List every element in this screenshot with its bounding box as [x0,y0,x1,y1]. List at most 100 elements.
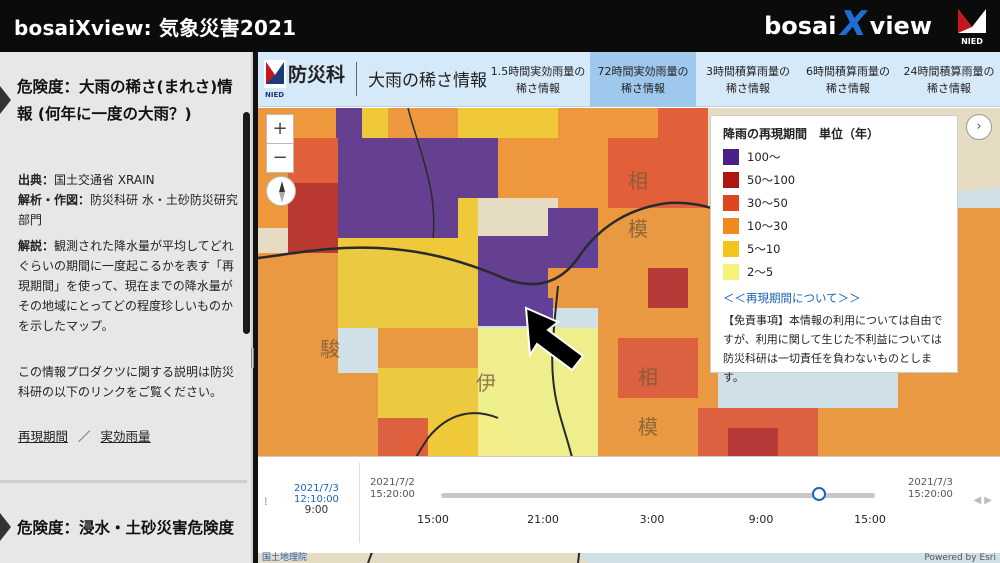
current-date: 2021/7/3 [294,483,339,494]
tab-label-line2: 稀さ情報 [826,81,870,95]
viewer-title: 大雨の稀さ情報 [368,71,487,91]
zoom-out-button[interactable]: − [266,143,294,173]
legend-label: 10〜30 [747,219,788,233]
tab-6h-accumulated[interactable]: 6時間積算雨量の 稀さ情報 [798,52,898,107]
section-divider [0,480,247,483]
source-line: 出典：国土交通省 XRAIN [18,170,240,190]
tab-label-line1: 24時間積算雨量の [903,64,995,78]
timeline-bar: ⁞ 2021/7/3 12:10:00 9:00 2021/7/2 15:20:… [258,456,1000,553]
app-window: bosaiXview: 気象災害2021 bosai X view NIED 危… [0,0,1000,563]
legend-swatch [723,149,739,165]
panel-scrollbar[interactable] [243,112,250,334]
tab-label-line2: 稀さ情報 [726,81,770,95]
timeline-tick: 15:00 [417,513,449,526]
timeline-slider-track[interactable] [441,493,875,498]
place-label: 駿 [320,337,340,361]
top-bar: bosaiXview: 気象災害2021 bosai X view NIED [0,0,1000,52]
tab-label-line1: 1.5時間実効雨量の [490,64,586,78]
legend-item: 30〜50 [723,194,788,212]
timeline-slider-knob[interactable] [812,487,826,501]
timeline-tick: 9:00 [748,513,774,526]
timeline-separator [359,463,360,543]
timeline-tick: 15:00 [854,513,886,526]
disclaimer-text: 【免責事項】本情報の利用については自由ですが、利用に関して生じた不利益については… [723,314,943,384]
current-tick: 9:00 [304,504,329,516]
tab-label-line1: 6時間積算雨量の [806,64,890,78]
tab-1-5h-effective[interactable]: 1.5時間実効雨量の 稀さ情報 [488,52,588,107]
compass-icon [279,181,285,203]
attribution-esri[interactable]: Powered by Esri [924,553,996,563]
legend-item: 10〜30 [723,217,788,235]
legend-label: 5〜10 [747,242,781,256]
viewer-header: NIED 防災科 大雨の稀さ情報 1.5時間実効雨量の 稀さ情報 72時間実効雨量… [258,52,1000,107]
source-value: 国土交通省 XRAIN [54,173,155,187]
legend-panel: 降雨の再現期間 単位（年） 100〜 50〜100 30〜50 10〜30 5〜… [710,115,958,384]
legend-item: 50〜100 [723,171,795,189]
zoom-in-button[interactable]: + [266,114,294,144]
current-time-display: 2021/7/3 12:10:00 9:00 [294,483,339,516]
timeline-tick: 3:00 [639,513,665,526]
section-title: 危険度：大雨の稀さ(まれさ)情報 (何年に一度の大雨？) [17,78,233,123]
section-arrow-icon [0,513,11,541]
analysis-line: 解析・作図：防災科研 水・土砂防災研究部門 [18,190,240,230]
place-label: 模 [628,217,648,241]
nied-logo-icon: NIED [958,9,986,46]
timeline-drag-handle-icon[interactable]: ⁞ [264,495,268,508]
place-label: 相 [638,365,658,389]
reference-links: 再現期間 ／ 実効雨量 [18,426,151,445]
brand-suffix: view [869,12,932,40]
timeline-start: 2021/7/2 15:20:00 [370,477,415,501]
end-date: 2021/7/3 [908,477,953,488]
link-effective-rainfall[interactable]: 実効雨量 [101,429,151,444]
section-arrow-icon [0,86,11,114]
legend-swatch [723,195,739,211]
brand-prefix: bosai [764,12,837,40]
explanation-text: 解説：観測された降水量が平均してどれぐらいの期間に一度起こるかを表す「再現期間」… [18,236,240,336]
source-label: 出典： [18,173,55,187]
logo-sub-text: NIED [265,91,284,99]
tab-label-line1: 72時間実効雨量の [597,64,689,78]
link-return-period[interactable]: 再現期間 [18,429,68,444]
end-time: 15:20:00 [908,489,953,500]
legend-item: 5〜10 [723,240,780,258]
tab-3h-accumulated[interactable]: 3時間積算雨量の 稀さ情報 [698,52,798,107]
analysis-label: 解析・作図： [18,193,91,207]
link-separator: ／ [78,429,91,444]
start-time: 15:20:00 [370,489,415,500]
info-panel: 危険度：大雨の稀さ(まれさ)情報 (何年に一度の大雨？) 出典：国土交通省 XR… [0,52,254,563]
legend-label: 100〜 [747,150,781,164]
header-separator [356,62,357,96]
legend-label: 2〜5 [747,265,774,279]
explain-value: 観測された降水量が平均してどれぐらいの期間に一度起こるかを表す「再現期間」を使っ… [18,239,235,333]
map-viewer: NIED 防災科 大雨の稀さ情報 1.5時間実効雨量の 稀さ情報 72時間実効雨量… [258,52,1000,563]
panel-resize-handle[interactable] [251,348,254,368]
legend-swatch [723,172,739,188]
legend-label: 30〜50 [747,196,788,210]
brand-x: X [840,4,867,44]
legend-swatch [723,264,739,280]
return-period-link[interactable]: ＜＜再現期間について＞＞ [723,290,861,306]
start-date: 2021/7/2 [370,477,415,488]
place-label: 模 [638,415,658,439]
info-note: この情報プロダクツに関する説明は防災科研の以下のリンクをご覧ください。 [18,365,235,399]
compass-button[interactable] [266,176,296,206]
timeline-tick: 21:00 [527,513,559,526]
tab-24h-accumulated[interactable]: 24時間積算雨量の 稀さ情報 [898,52,1000,107]
attribution-gsi[interactable]: 国土地理院 [262,550,307,563]
legend-item: 100〜 [723,148,780,166]
bosaixview-logo: bosai X view [764,4,932,46]
app-title: bosaiXview: 気象災害2021 [14,16,297,40]
tab-72h-effective[interactable]: 72時間実効雨量の 稀さ情報 [590,52,696,107]
place-label: 相 [628,169,648,193]
tab-label-line2: 稀さ情報 [927,81,971,95]
place-label: 伊 [476,371,496,395]
tab-label-line2: 稀さ情報 [621,81,665,95]
tab-label-line1: 3時間積算雨量の [706,64,790,78]
logo-text: 防災科 [288,64,346,86]
legend-swatch [723,241,739,257]
timeline-nav-icon[interactable]: ◀ ▶ [973,495,992,506]
legend-label: 50〜100 [747,173,796,187]
layers-toggle-button[interactable]: › [966,114,992,140]
legend-item: 2〜5 [723,263,773,281]
section-title: 危険度：浸水・土砂災害危険度 [17,519,235,537]
